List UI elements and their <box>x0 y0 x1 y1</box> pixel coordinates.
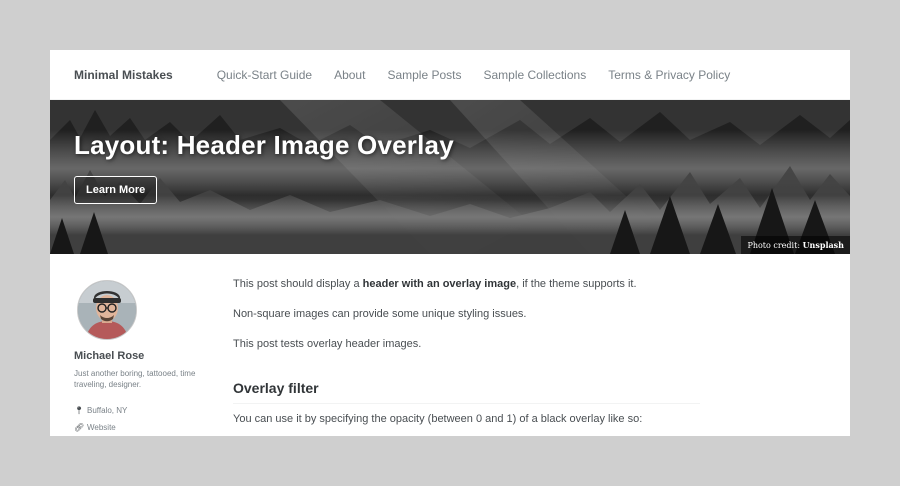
nav-link-sample-posts[interactable]: Sample Posts <box>387 68 461 82</box>
nav-link-quick-start[interactable]: Quick-Start Guide <box>217 68 312 82</box>
masthead: Minimal Mistakes Quick-Start Guide About… <box>50 50 850 100</box>
page-hero: Layout: Header Image Overlay Learn More … <box>50 100 850 254</box>
author-website-link[interactable]: Website <box>87 423 116 432</box>
post-paragraph-3: This post tests overlay header images. <box>233 338 422 350</box>
page: Minimal Mistakes Quick-Start Guide About… <box>50 50 850 436</box>
nav-link-sample-collections[interactable]: Sample Collections <box>483 68 586 82</box>
author-name: Michael Rose <box>74 350 145 362</box>
post-paragraph-1-bold: header with an overlay image <box>362 278 517 290</box>
page-content: Michael Rose Just another boring, tattoo… <box>50 254 850 436</box>
post-paragraph-1: This post should display a header with a… <box>233 278 637 290</box>
post-paragraph-4: You can use it by specifying the opacity… <box>233 413 643 425</box>
author-location: 📍︎ Buffalo, NY <box>74 406 127 415</box>
section-heading-overlay-filter: Overlay filter <box>233 380 700 404</box>
learn-more-button[interactable]: Learn More <box>74 176 158 204</box>
author-location-text: Buffalo, NY <box>87 406 128 415</box>
photo-credit: Photo credit: Unsplash <box>741 236 850 254</box>
author-avatar <box>77 280 137 340</box>
author-website[interactable]: 🔗︎ Website <box>74 423 116 432</box>
link-icon: 🔗︎ <box>74 423 85 432</box>
post-paragraph-1-start: This post should display a <box>233 278 363 290</box>
photo-credit-prefix: Photo credit: <box>747 241 801 250</box>
page-title: Layout: Header Image Overlay <box>74 130 454 160</box>
hero-forest-image <box>50 100 850 254</box>
photo-credit-source-link[interactable]: Unsplash <box>803 240 844 250</box>
post-paragraph-1-end: , if the theme supports it. <box>516 278 637 290</box>
nav-link-terms[interactable]: Terms & Privacy Policy <box>608 68 730 82</box>
nav-link-about[interactable]: About <box>334 68 365 82</box>
post-paragraph-2: Non-square images can provide some uniqu… <box>233 308 527 320</box>
author-bio: Just another boring, tattooed, time trav… <box>74 369 196 389</box>
avatar-portrait-icon <box>78 281 136 339</box>
map-marker-icon: 📍︎ <box>74 406 85 415</box>
site-title-link[interactable]: Minimal Mistakes <box>74 68 173 82</box>
